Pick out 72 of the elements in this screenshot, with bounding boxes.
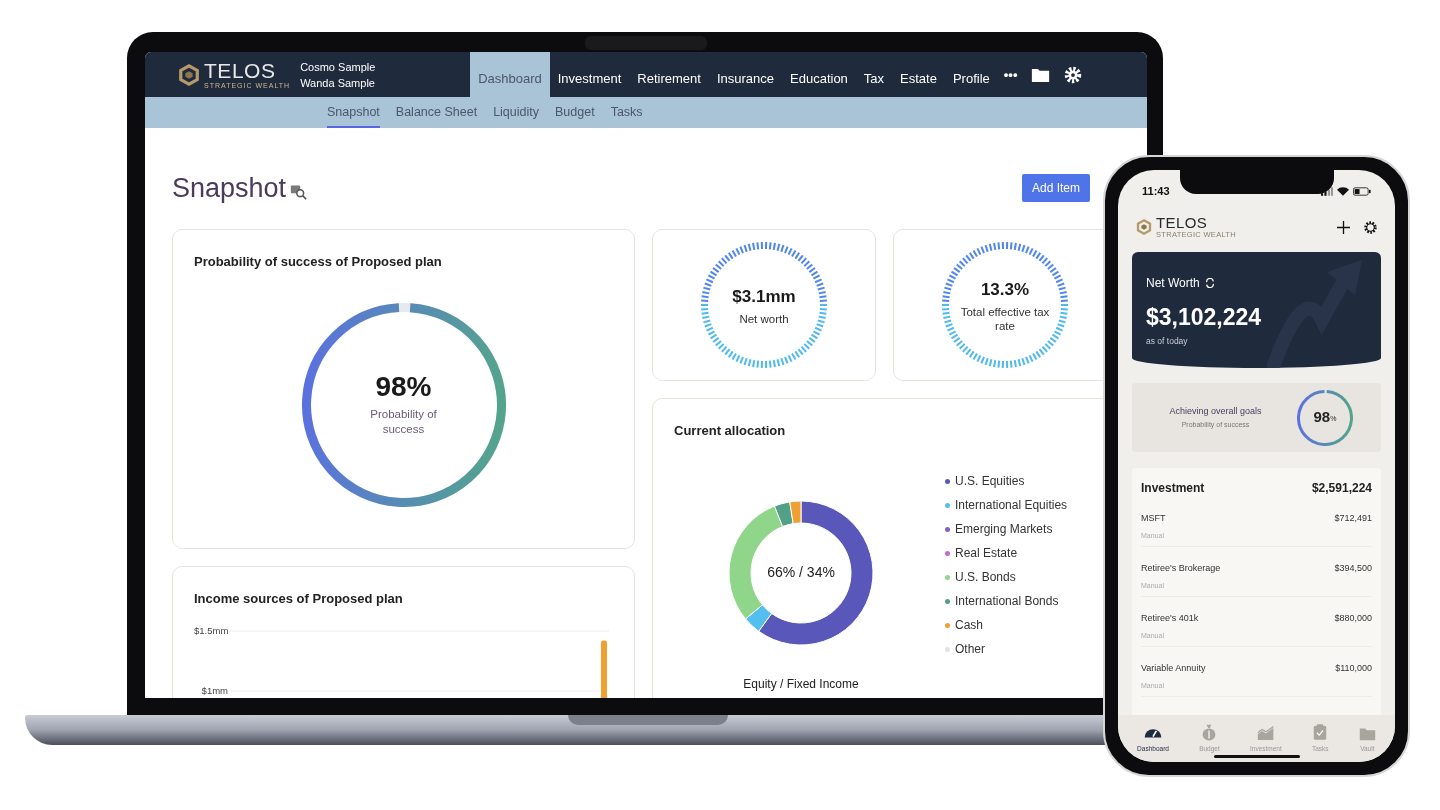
- account-name: Variable Annuity: [1141, 662, 1206, 675]
- nav-tab[interactable]: Estate: [892, 52, 945, 97]
- battery-icon: [1353, 186, 1371, 196]
- goals-title: Achieving overall goals: [1169, 404, 1262, 418]
- sub-tab[interactable]: Snapshot: [327, 97, 380, 128]
- sub-tab[interactable]: Balance Sheet: [395, 97, 478, 128]
- account-amount: $880,000: [1334, 612, 1372, 625]
- status-time: 11:43: [1142, 183, 1170, 199]
- nav-tab[interactable]: Dashboard: [470, 52, 550, 97]
- more-button[interactable]: •••: [1003, 64, 1018, 85]
- card-title: Income sources of Proposed plan: [194, 590, 404, 608]
- net-worth-caption: as of today: [1146, 335, 1189, 348]
- legend-label: U.S. Bonds: [955, 568, 1016, 586]
- card-title: Probability of success of Proposed plan: [194, 253, 443, 271]
- signal-icon: [1321, 186, 1333, 196]
- account-name: MSFT: [1141, 512, 1166, 525]
- nav-tab[interactable]: Education: [782, 52, 856, 97]
- legend-label: Cash: [955, 616, 984, 634]
- stat-caption: Net worth: [738, 312, 790, 327]
- hexagon-logo-icon: [178, 63, 200, 86]
- folder-icon: [1358, 727, 1376, 741]
- wifi-icon: [1337, 186, 1349, 196]
- legend-label: Emerging Markets: [955, 520, 1053, 538]
- investment-total: $2,591,224: [1311, 480, 1372, 497]
- axis-tick-label: $1.5mm: [194, 625, 228, 635]
- nav-tab[interactable]: Insurance: [708, 52, 782, 97]
- sub-tab[interactable]: Liquidity: [493, 97, 539, 128]
- account-amount: $712,491: [1334, 512, 1372, 525]
- client-name: Cosmo Sample: [300, 59, 377, 75]
- nav-tab[interactable]: Investment: [549, 52, 630, 97]
- account-amount: $394,500: [1334, 562, 1372, 575]
- nav-tab[interactable]: Retirement: [629, 52, 709, 97]
- income-bar: [601, 640, 607, 698]
- legend-label: U.S. Equities: [955, 472, 1025, 490]
- nav-tab[interactable]: Tax: [855, 52, 893, 97]
- probability-caption: Probability of success: [369, 406, 438, 437]
- hexagon-logo-icon: [1136, 219, 1152, 235]
- page-title: Snapshot: [172, 171, 287, 205]
- net-worth-value: $3,102,224: [1146, 306, 1263, 329]
- donut-caption: Equity / Fixed Income: [743, 675, 859, 693]
- money-bag-icon: [1201, 723, 1218, 741]
- goals-value: 98: [1313, 407, 1331, 428]
- settings-icon[interactable]: [1364, 220, 1377, 234]
- chart-icon: [1256, 726, 1275, 741]
- add-item-button[interactable]: Add Item: [1021, 174, 1090, 202]
- sub-tab[interactable]: Budget: [555, 97, 595, 128]
- axis-tick-label: $1mm: [200, 685, 228, 695]
- net-worth-label: Net Worth: [1146, 275, 1200, 292]
- goals-ring: [1297, 389, 1353, 446]
- donut-center-text: 66% / 34%: [767, 563, 835, 582]
- logo-wordmark: TELOS: [204, 60, 277, 81]
- legend-label: International Bonds: [955, 592, 1059, 610]
- logo-wordmark: TELOS: [1156, 215, 1209, 231]
- stat-caption: Total effective tax rate: [960, 305, 1050, 334]
- nav-tab[interactable]: Profile: [944, 52, 998, 97]
- folder-icon[interactable]: [1031, 66, 1051, 83]
- clipboard-icon: [1313, 723, 1328, 741]
- stat-value: 13.3%: [980, 278, 1030, 301]
- card-title: Current allocation: [674, 422, 787, 440]
- probability-value: 98%: [375, 372, 432, 401]
- legend-label: Other: [955, 640, 986, 658]
- account-name: Retiree's Brokerage: [1141, 562, 1221, 575]
- account-amount: $110,000: [1335, 662, 1372, 675]
- plus-icon[interactable]: [1337, 220, 1350, 234]
- stat-value: $3.1mm: [732, 285, 796, 308]
- legend-label: Real Estate: [955, 544, 1018, 562]
- client-name: Wanda Sample: [300, 75, 376, 91]
- account-name: Retiree's 401k: [1141, 612, 1199, 625]
- legend-label: International Equities: [955, 496, 1068, 514]
- sub-tab[interactable]: Tasks: [610, 97, 643, 128]
- refresh-icon[interactable]: [1204, 278, 1215, 288]
- investment-title: Investment: [1141, 480, 1205, 497]
